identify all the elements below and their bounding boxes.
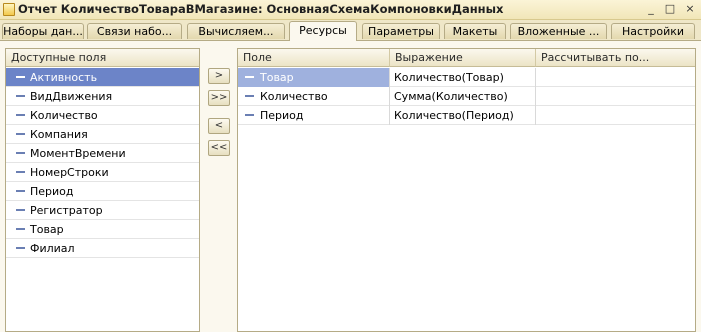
field-icon [245,114,254,116]
field-icon [16,95,25,97]
field-icon [16,76,25,78]
tab-parameters[interactable]: Параметры [362,23,440,39]
list-item[interactable]: Регистратор [6,201,199,220]
add-all-fields-button[interactable]: >> [208,90,230,106]
field-icon [16,152,25,154]
tab-calculated-fields[interactable]: Вычисляем... [187,23,285,39]
field-icon [16,228,25,230]
remove-field-button[interactable]: < [208,118,230,134]
table-row[interactable]: Период Количество(Период) [238,106,695,125]
tab-dataset-links[interactable]: Связи набо... [87,23,182,39]
tab-settings[interactable]: Настройки [611,23,695,39]
calc-by-cell[interactable] [536,87,695,106]
field-icon [16,247,25,249]
field-icon [245,76,254,78]
list-item[interactable]: Количество [6,106,199,125]
list-item[interactable]: ВидДвижения [6,87,199,106]
field-cell[interactable]: Период [238,106,390,125]
resources-table[interactable]: Поле Выражение Рассчитывать по... Товар … [237,48,696,332]
tab-nested-schemas[interactable]: Вложенные ... [510,23,607,39]
table-row[interactable]: Количество Сумма(Количество) [238,87,695,106]
field-cell[interactable]: Количество [238,87,390,106]
available-fields-header: Доступные поля [6,49,199,67]
field-icon [16,114,25,116]
calc-by-cell[interactable] [536,68,695,87]
field-icon [16,209,25,211]
expression-cell[interactable]: Количество(Период) [390,106,536,125]
column-header-expression[interactable]: Выражение [390,49,536,67]
tab-datasets[interactable]: Наборы дан... [2,23,84,39]
tab-bar: Наборы дан... Связи набо... Вычисляем...… [0,20,701,41]
available-fields-list[interactable]: Доступные поля Активность ВидДвижения Ко… [5,48,200,332]
window-title: Отчет КоличествоТовараВМагазине: Основна… [18,2,504,16]
field-icon [245,95,254,97]
column-header-field[interactable]: Поле [238,49,390,67]
field-icon [16,171,25,173]
tab-resources[interactable]: Ресурсы [289,21,357,41]
list-item[interactable]: МоментВремени [6,144,199,163]
table-row[interactable]: Товар Количество(Товар) [238,68,695,87]
expression-cell[interactable]: Сумма(Количество) [390,87,536,106]
calc-by-cell[interactable] [536,106,695,125]
minimize-button[interactable]: _ [644,2,658,15]
field-icon [16,190,25,192]
column-header-calc-by[interactable]: Рассчитывать по... [536,49,695,67]
tab-layouts[interactable]: Макеты [444,23,506,39]
close-button[interactable]: × [683,2,697,15]
list-item[interactable]: Филиал [6,239,199,258]
expression-cell[interactable]: Количество(Товар) [390,68,536,87]
list-item[interactable]: НомерСтроки [6,163,199,182]
title-bar: Отчет КоличествоТовараВМагазине: Основна… [0,0,701,20]
add-field-button[interactable]: > [208,68,230,84]
maximize-button[interactable]: □ [663,2,677,15]
field-cell[interactable]: Товар [238,68,390,87]
list-item[interactable]: Период [6,182,199,201]
document-icon [3,3,15,16]
list-item[interactable]: Компания [6,125,199,144]
list-item[interactable]: Товар [6,220,199,239]
field-icon [16,133,25,135]
remove-all-fields-button[interactable]: << [208,140,230,156]
list-item[interactable]: Активность [6,68,199,87]
